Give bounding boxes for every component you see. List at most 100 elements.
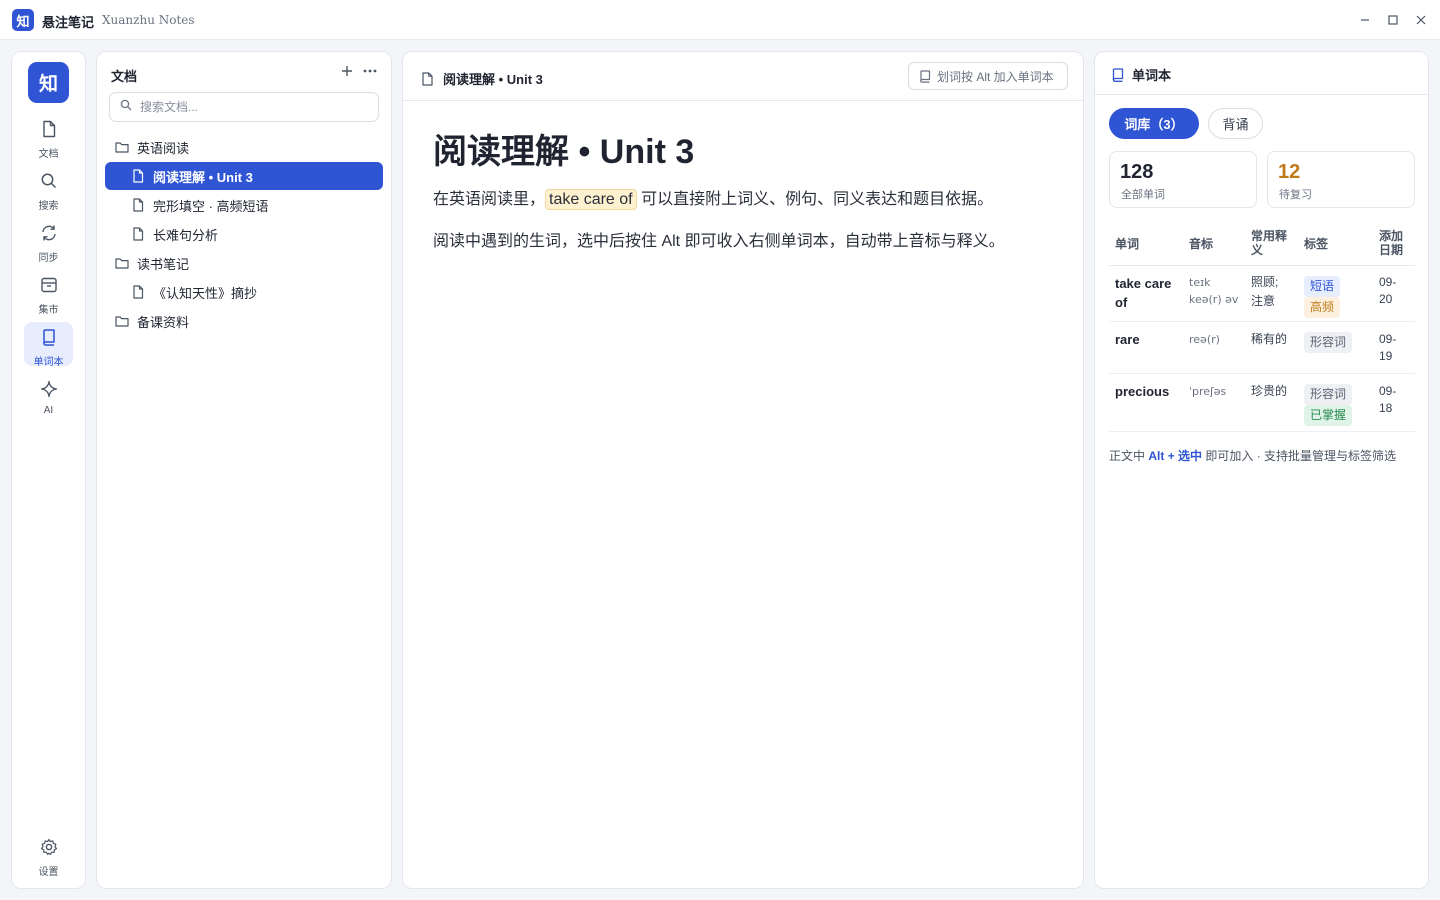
stat-caption: 待复习 (1279, 189, 1312, 201)
app-title: 悬注笔记 (42, 15, 95, 30)
document-icon (131, 285, 145, 299)
close-icon[interactable] (1411, 10, 1431, 30)
stat-value: 128 (1120, 161, 1154, 183)
tag-badge[interactable]: 形容词 (1304, 384, 1353, 405)
paragraph-1: 在英语阅读里， take care of 可以直接附上词义、例句、同义表达和题目依… (433, 185, 994, 210)
archive-icon (40, 276, 58, 299)
book-icon (1111, 67, 1124, 82)
rail-item-sync[interactable]: 同步 (24, 218, 73, 264)
app-logo: 知 (12, 9, 34, 31)
tree-doc[interactable]: 完形填空 · 高频短语 (109, 191, 384, 219)
tab-word-bank[interactable]: 词库（3） (1109, 108, 1199, 139)
tree-doc[interactable]: 长难句分析 (109, 220, 384, 248)
tree-doc-selected[interactable]: 阅读理解 • Unit 3 (105, 162, 383, 190)
document-icon (131, 169, 145, 183)
add-to-vocab-hint-button[interactable]: 划词按 Alt 加入单词本 (908, 62, 1068, 90)
tree-item-label: 《认知天性》摘抄 (153, 285, 258, 301)
tag-badge[interactable]: 高频 (1304, 297, 1341, 318)
tree-folder[interactable]: 英语阅读 (109, 133, 384, 161)
tag-badge[interactable]: 已掌握 (1304, 405, 1353, 426)
word-cell: take care of (1115, 276, 1172, 310)
table-row[interactable]: rare reə(r) 稀有的 形容词 09- 19 (1109, 322, 1415, 374)
gear-icon (40, 838, 58, 861)
rail-item-ai[interactable]: AI (24, 374, 73, 418)
tag-badge[interactable]: 短语 (1304, 276, 1341, 297)
date-line: 18 (1379, 401, 1393, 415)
rail-label: 文档 (38, 149, 59, 160)
search-icon (40, 172, 58, 195)
rail-item-documents[interactable]: 文档 (24, 114, 73, 160)
paragraph-2: 阅读中遇到的生词，选中后按住 Alt 即可收入右侧单词本，自动带上音标与释义。 (433, 233, 1005, 250)
tree-doc[interactable]: 《认知天性》摘抄 (109, 278, 384, 306)
rail-item-vocabulary[interactable]: 单词本 (24, 322, 73, 368)
tree-item-label: 读书笔记 (137, 256, 190, 272)
document-tree-panel: 文档 英语阅读 阅读理解 • Unit 3 完形填空 · 高频短语 长难句分析 (96, 51, 392, 889)
rail-label: 搜索 (38, 201, 59, 212)
editor-header: 阅读理解 • Unit 3 划词按 Alt 加入单词本 (403, 52, 1083, 101)
document-icon (40, 120, 58, 143)
maximize-icon[interactable] (1383, 10, 1403, 30)
search-icon (120, 98, 132, 116)
phonetic-line: teɪk (1189, 276, 1211, 289)
editor-tab[interactable]: 阅读理解 • Unit 3 (421, 69, 543, 88)
phonetic-line: keə(r) əv (1189, 293, 1239, 306)
meaning-line: 照顾; (1251, 275, 1279, 289)
word-cell: precious (1115, 384, 1170, 399)
date-line: 20 (1379, 292, 1393, 306)
rail-label: 同步 (38, 253, 59, 264)
tree-folder[interactable]: 备课资料 (109, 307, 384, 335)
document-icon (131, 198, 145, 212)
rail-item-search[interactable]: 搜索 (24, 166, 73, 212)
rail-item-settings[interactable]: 设置 (24, 832, 73, 878)
footer-shortcut: Alt + 选中 (1148, 449, 1203, 463)
meaning-line: 稀有的 (1251, 332, 1288, 346)
stat-value: 12 (1278, 161, 1301, 183)
search-input[interactable] (140, 100, 360, 114)
document-title: 阅读理解 • Unit 3 (433, 133, 695, 171)
tag-badge[interactable]: 形容词 (1304, 332, 1353, 353)
document-icon (421, 71, 434, 86)
stat-caption: 全部单词 (1121, 189, 1165, 201)
footer-text: 即可加入 · 支持批量管理与标签筛选 (1205, 449, 1397, 463)
column-header-meaning: 常用释义 (1251, 229, 1288, 257)
rail-label: 集市 (38, 305, 59, 316)
tree-item-label: 阅读理解 • Unit 3 (153, 169, 253, 185)
title-bar: 知 悬注笔记 Xuanzhu Notes (0, 0, 1440, 40)
phonetic-line: reə(r) (1189, 333, 1220, 346)
stat-to-review: 12 待复习 (1267, 151, 1415, 208)
tree-item-label: 长难句分析 (153, 227, 219, 243)
more-icon[interactable] (362, 64, 378, 78)
vocab-table: 单词 音标 常用释义 标签 添加日期 take care of teɪk keə… (1109, 222, 1415, 432)
divider (1095, 94, 1428, 95)
editor-tab-title: 阅读理解 • Unit 3 (443, 72, 543, 87)
rail-label: AI (43, 405, 54, 416)
app-subtitle: Xuanzhu Notes (102, 13, 195, 27)
tree-folder[interactable]: 读书笔记 (109, 249, 384, 277)
add-icon[interactable] (340, 64, 354, 78)
table-row[interactable]: precious ˈpreʃəs 珍贵的 形容词 已掌握 09- 18 (1109, 374, 1415, 432)
vocab-title: 单词本 (1132, 68, 1172, 83)
column-header-phonetic: 音标 (1189, 237, 1214, 251)
highlighted-phrase[interactable]: take care of (545, 189, 637, 210)
word-cell: rare (1115, 332, 1140, 347)
rail-label: 设置 (38, 867, 59, 878)
paragraph-text: 在英语阅读里， (433, 191, 546, 208)
footer-text: 正文中 (1109, 449, 1146, 463)
date-line: 19 (1379, 349, 1393, 363)
vocabulary-panel: 单词本 词库（3） 背诵 128 全部单词 12 待复习 单词 音标 常用释义 … (1094, 51, 1429, 889)
column-header-word: 单词 (1115, 237, 1140, 251)
document-icon (131, 227, 145, 241)
table-row[interactable]: take care of teɪk keə(r) əv 照顾; 注意 短语 高频… (1109, 266, 1415, 322)
tree-item-label: 英语阅读 (137, 140, 190, 156)
folder-icon (115, 314, 129, 328)
paragraph-text: 可以直接附上词义、例句、同义表达和题目依据。 (641, 191, 994, 208)
vocab-header: 单词本 (1111, 65, 1171, 84)
column-header-date: 添加日期 (1379, 229, 1404, 257)
document-search[interactable] (109, 92, 379, 122)
tab-recite[interactable]: 背诵 (1208, 108, 1263, 139)
minimize-icon[interactable] (1355, 10, 1375, 30)
folder-icon (115, 256, 129, 270)
folder-icon (115, 140, 129, 154)
tree-item-label: 备课资料 (137, 314, 190, 330)
rail-item-market[interactable]: 集市 (24, 270, 73, 316)
